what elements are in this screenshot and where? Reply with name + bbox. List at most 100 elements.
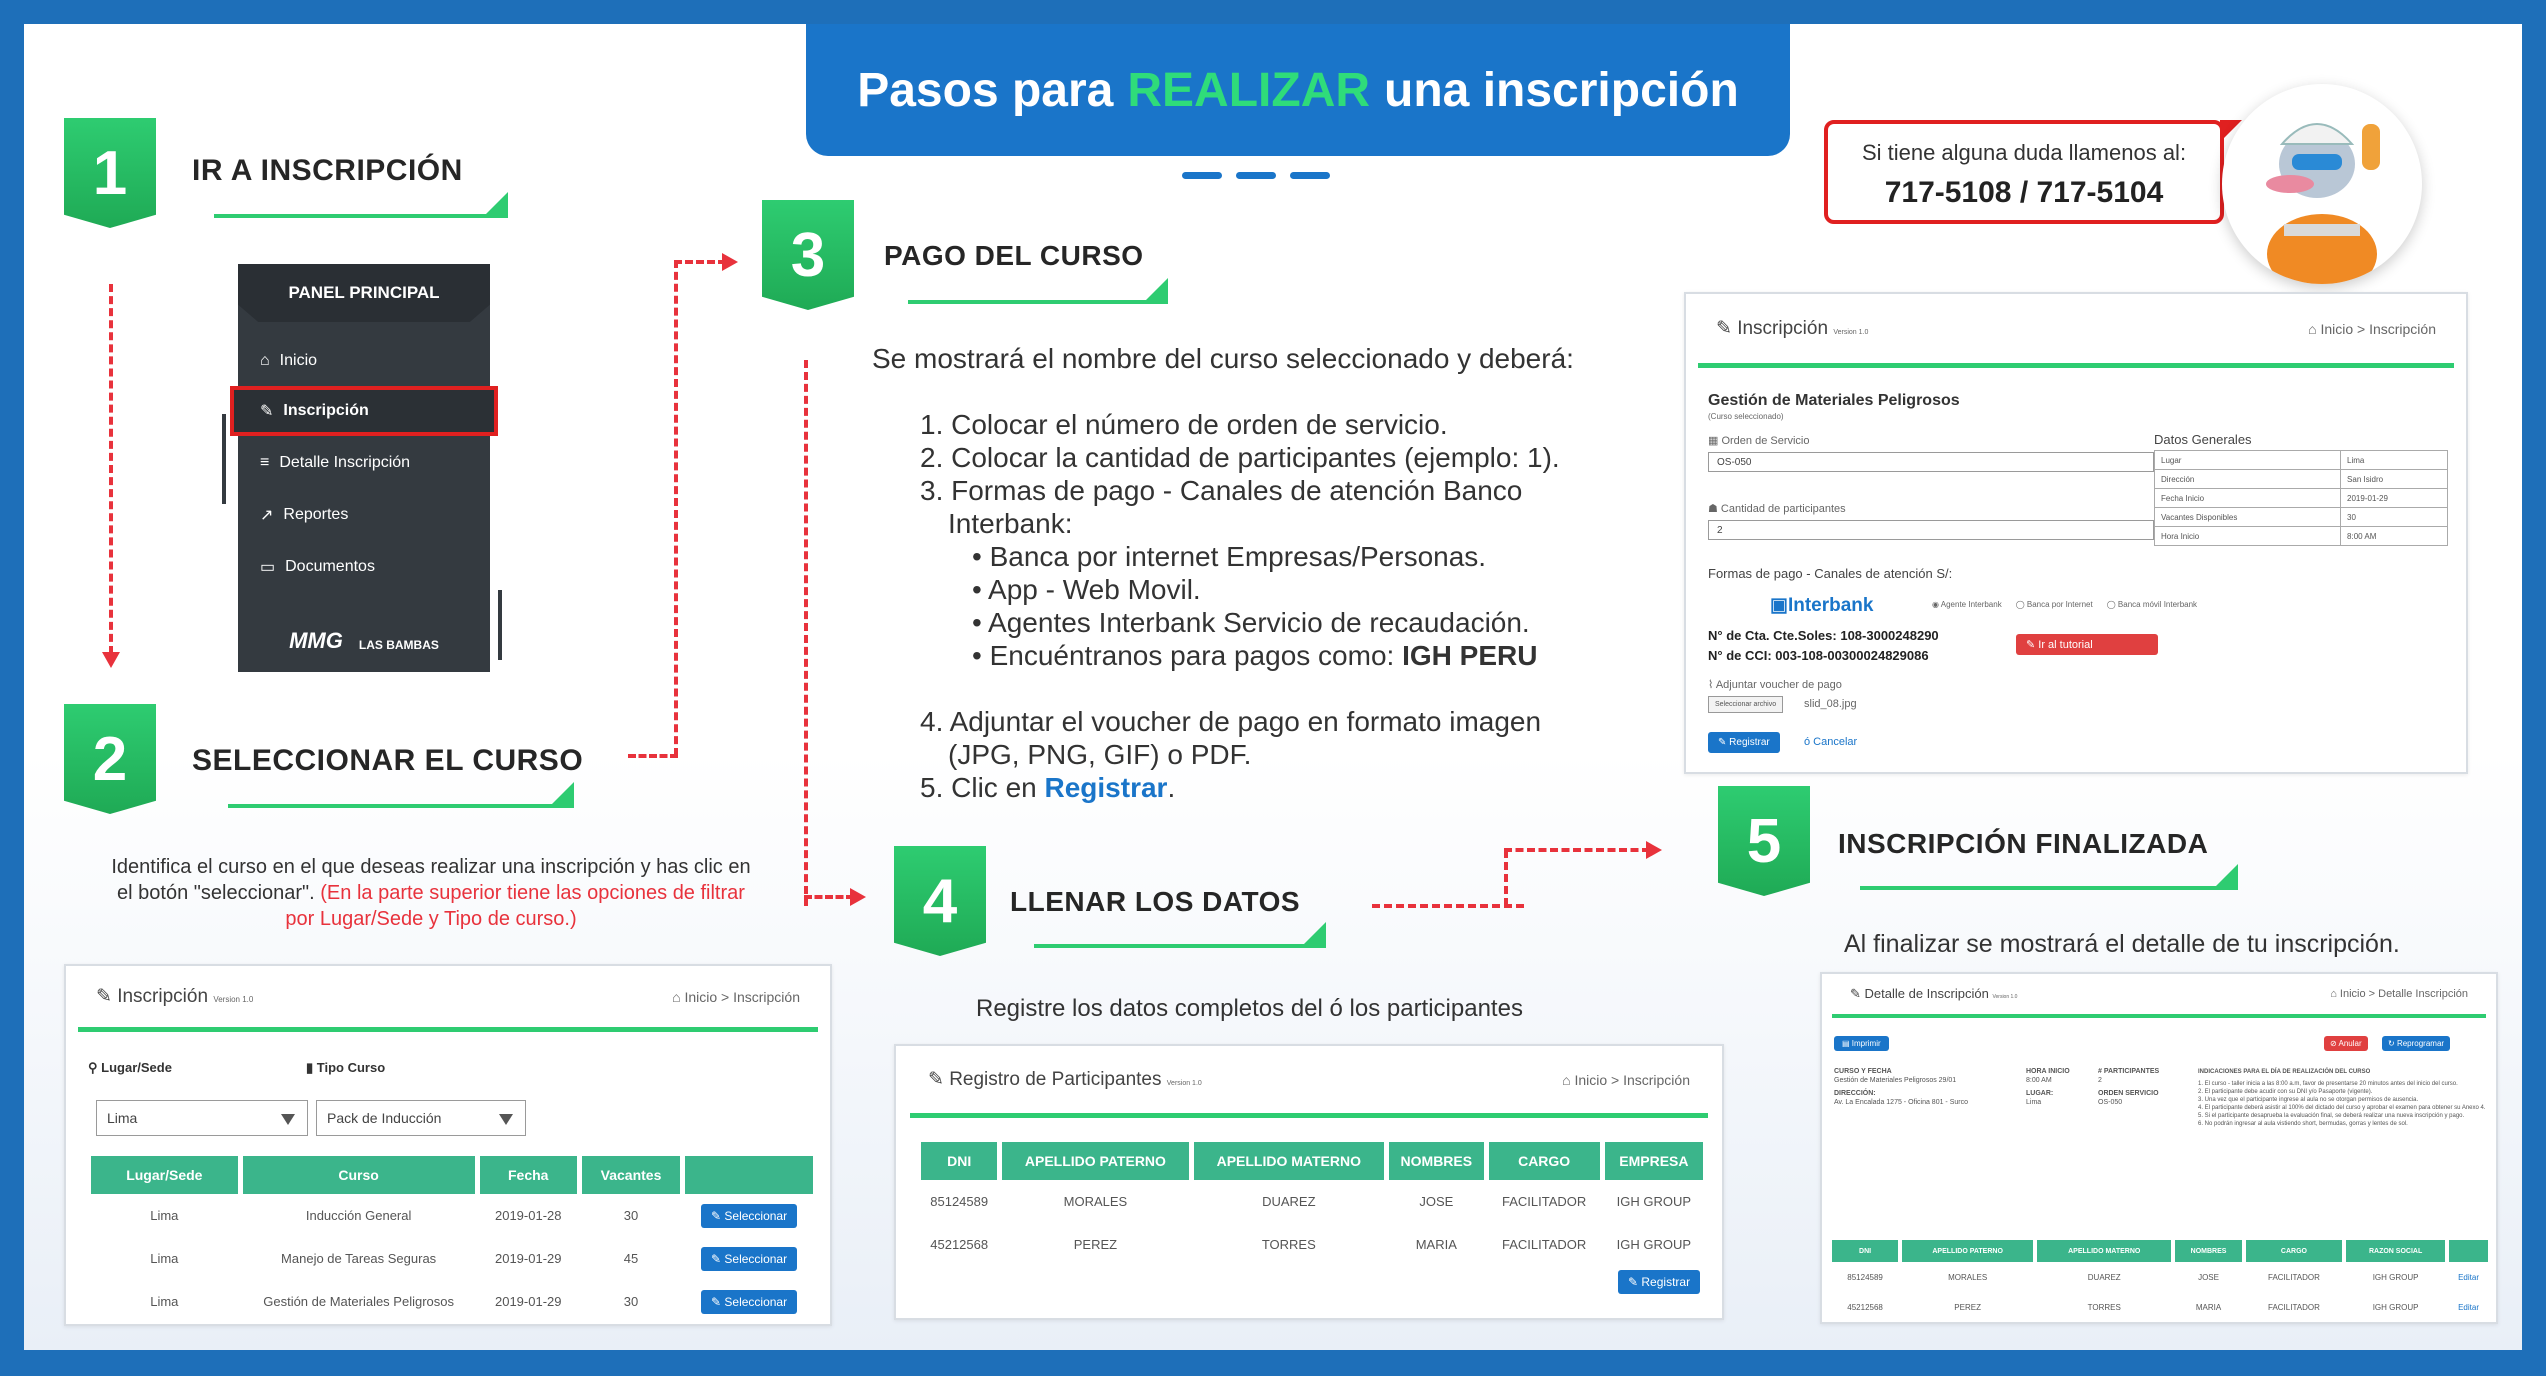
radio-internet[interactable]: ◯ Banca por Internet	[2016, 600, 2093, 609]
cell-nombres: JOSE	[2198, 1272, 2219, 1282]
indicacion-item: 4. El participante deberá asistir al 100…	[2198, 1105, 2486, 1111]
register-button[interactable]: ✎ Registrar	[1708, 732, 1780, 753]
step-3-item-1: 1. Colocar el número de orden de servici…	[920, 409, 1448, 440]
lugar-label: LUGAR:	[2026, 1090, 2054, 1097]
panel-item-reportes[interactable]: ↗ Reportes	[238, 490, 490, 540]
cell-apellido-paterno: PEREZ	[1954, 1302, 1981, 1312]
cci-number: N° de CCI: 003-108-00300024829086	[1708, 648, 1929, 663]
edit-icon: ✎	[711, 1208, 725, 1223]
screenshot-participants: ✎ Registro de Participantes Version 1.0 …	[894, 1044, 1724, 1320]
curso-label: CURSO Y FECHA	[1834, 1068, 1892, 1075]
shot4-header: ✎ Registro de Participantes Version 1.0 …	[910, 1046, 1708, 1118]
shot4-version: Version 1.0	[1166, 1080, 1202, 1087]
file-button[interactable]: Seleccionar archivo	[1708, 696, 1784, 713]
table-row: 85124589 MORALES DUAREZ JOSE FACILITADOR…	[1832, 1262, 2488, 1292]
shot5-header: ✎ Detalle de Inscripción Version 1.0 ⌂ I…	[1832, 974, 2486, 1018]
help-box: Si tiene alguna duda llamenos al: 717-51…	[1824, 120, 2242, 224]
screenshot-course-selection: ✎ Inscripción Version 1.0 ⌂ Inicio > Ins…	[64, 964, 832, 1326]
radio-movil[interactable]: ◯ Banca móvil Interbank	[2107, 600, 2197, 609]
col-fecha: Fecha	[479, 1156, 577, 1194]
step-2-badge: 2	[64, 704, 156, 814]
edit-icon: ✎	[2026, 639, 2039, 651]
edit-link[interactable]: Editar	[2449, 1262, 2488, 1292]
bank-name: Interbank	[1787, 595, 1874, 616]
main-panel: PANEL PRINCIPAL ⌂ Inicio ✎ Inscripción ≡ De…	[230, 264, 498, 672]
cell-vacantes: 30	[623, 1294, 639, 1309]
shot2-version: Version 1.0	[213, 995, 254, 1004]
cell-fecha: 2019-01-29	[494, 1294, 562, 1309]
cant-input[interactable]: 2	[1708, 520, 2154, 540]
col-action	[685, 1156, 813, 1194]
home-icon: ⌂	[672, 988, 685, 1005]
datos-key: Vacantes Disponibles	[2154, 507, 2342, 527]
datos-key: Hora Inicio	[2154, 526, 2342, 546]
edit-icon: ✎	[1850, 986, 1865, 1001]
tipo-select[interactable]: Pack de Inducción	[316, 1100, 526, 1136]
step-5-underline	[1860, 864, 2238, 890]
tutorial-label: Ir al tutorial	[2038, 639, 2093, 651]
shot2-title-text: Inscripción	[117, 986, 209, 1007]
panel-item-detalle[interactable]: ≡ Detalle Inscripción	[238, 438, 490, 488]
list-icon: ≡	[260, 454, 270, 471]
tutorial-button[interactable]: ✎ Ir al tutorial	[2016, 634, 2158, 655]
select-button-label: Seleccionar	[724, 1294, 788, 1309]
col-nombres: NOMBRES	[1389, 1142, 1484, 1180]
datos-value: San Isidro	[2347, 474, 2384, 484]
select-button[interactable]: ✎ Seleccionar	[701, 1203, 798, 1228]
register-participants-button[interactable]: ✎ Registrar	[1618, 1270, 1701, 1294]
panel-item-inscripcion[interactable]: ✎ Inscripción	[230, 386, 498, 436]
panel-item-inicio[interactable]: ⌂ Inicio	[238, 336, 490, 386]
cell-cargo: FACILITADOR	[2268, 1302, 2320, 1312]
col-apellido-paterno: APELLIDO PATERNO	[1902, 1240, 2034, 1262]
col-empresa: EMPRESA	[1604, 1142, 1703, 1180]
select-button[interactable]: ✎ Seleccionar	[701, 1246, 798, 1271]
cell-lugar: Lima	[150, 1208, 179, 1223]
col-nombres: NOMBRES	[2175, 1240, 2242, 1262]
dir-label: DIRECCIÓN:	[1834, 1090, 1876, 1097]
anular-button[interactable]: ⊘ Anular	[2324, 1036, 2368, 1051]
bullet-text: Banca por internet Empresas/Personas.	[989, 541, 1487, 572]
panel-item-label: Documentos	[285, 558, 375, 575]
lugar-select[interactable]: Lima	[96, 1100, 308, 1136]
radio-label: Banca por Internet	[2026, 600, 2093, 609]
indicacion-item: 5. Si el participante desaprueba la eval…	[2198, 1113, 2465, 1119]
step-3-bullet-3: • Agentes Interbank Servicio de recaudac…	[972, 607, 1530, 638]
orden-input[interactable]: OS-050	[1708, 452, 2154, 472]
cell-apellido-materno: TORRES	[1261, 1237, 1316, 1252]
help-phones: 717-5108 / 717-5104	[1884, 176, 2164, 209]
datos-key: Dirección	[2154, 469, 2342, 489]
edit-link[interactable]: Editar	[2449, 1292, 2488, 1322]
screenshot-payment-form: ✎ Inscripción Version 1.0 ⌂ Inicio > Ins…	[1684, 292, 2468, 774]
panel-item-label: Detalle Inscripción	[279, 454, 411, 471]
print-button[interactable]: ▤ Imprimir	[1834, 1036, 1889, 1051]
step-3-badge: 3	[762, 200, 854, 310]
table-row: Lima Gestión de Materiales Peligrosos 20…	[91, 1280, 813, 1323]
cancel-link[interactable]: ó Cancelar	[1804, 736, 1857, 748]
cell-apellido-materno: TORRES	[2087, 1302, 2121, 1312]
page-title: Pasos para REALIZAR una inscripción	[806, 24, 1790, 156]
col-cargo: CARGO	[1488, 1142, 1600, 1180]
connector-4-5-v	[1504, 850, 1508, 906]
interbank-logo: ▣Interbank	[1770, 594, 1873, 617]
step-5-text: Al finalizar se mostrará el detalle de t…	[1844, 930, 2400, 958]
select-button[interactable]: ✎ Seleccionar	[701, 1289, 798, 1314]
step-4-underline	[1034, 922, 1326, 948]
arrow-right-3	[722, 253, 738, 271]
edit-icon: ✎	[1628, 1275, 1642, 1289]
part-value: 2	[2098, 1077, 2102, 1084]
chart-icon: ↗	[260, 507, 274, 524]
panel-item-documentos[interactable]: ▭ Documentos	[238, 542, 490, 592]
connector-2-3-v	[674, 260, 678, 756]
anular-label: Anular	[2338, 1039, 2362, 1048]
col-lugar: Lugar/Sede	[91, 1156, 238, 1194]
reprogramar-button[interactable]: ↻ Reprogramar	[2382, 1036, 2451, 1051]
cell-dni: 45212568	[930, 1237, 989, 1252]
panel-scroll-right	[498, 590, 502, 660]
radio-label: Agente Interbank	[1940, 600, 2002, 609]
cell-lugar: Lima	[150, 1251, 179, 1266]
indicacion-item: 2. El participante debe acudir con su DN…	[2198, 1089, 2373, 1095]
step-4-title: LLENAR LOS DATOS	[1010, 886, 1301, 917]
cell-dni: 85124589	[1847, 1272, 1883, 1282]
step-2-underline	[228, 782, 574, 808]
radio-agente[interactable]: ◉ Agente Interbank	[1932, 600, 2002, 609]
